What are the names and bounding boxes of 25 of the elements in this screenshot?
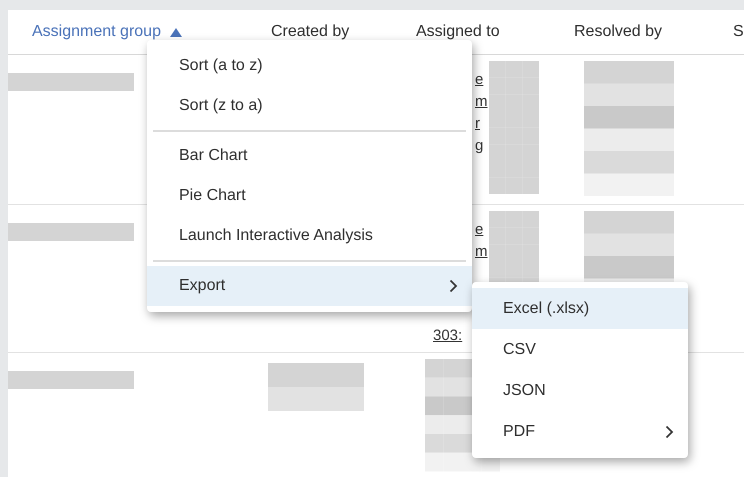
link-text[interactable]: g [475,135,484,157]
link-text[interactable]: e [475,69,484,91]
menu-item[interactable]: Export [147,266,472,306]
chevron-right-icon [449,279,458,293]
menu-item[interactable]: CSV [472,329,688,370]
link-text[interactable]: m [475,91,488,113]
menu-item[interactable]: Pie Chart [147,176,472,216]
column-header[interactable]: S [733,20,744,44]
menu-item[interactable]: Bar Chart [147,136,472,176]
column-header[interactable]: Resolved by [574,20,662,44]
link-text[interactable]: m [475,241,488,263]
link-text[interactable]: r [475,113,480,135]
link-text[interactable]: e [475,219,484,241]
chevron-right-icon [665,424,674,438]
column-header[interactable]: Assigned to [416,20,500,44]
menu-item[interactable]: Excel (.xlsx) [472,288,688,329]
sort-triangle-icon [168,26,183,38]
menu-item[interactable]: Sort (z to a) [147,86,472,126]
menu-item[interactable]: Sort (a to z) [147,46,472,86]
menu-item[interactable]: JSON [472,370,688,411]
column-header[interactable]: Assignment group [32,20,183,44]
column-header[interactable]: Created by [271,20,350,44]
link-text[interactable]: 303: [433,325,462,347]
menu-item[interactable]: PDF [472,411,688,452]
menu-item[interactable]: Launch Interactive Analysis [147,216,472,256]
